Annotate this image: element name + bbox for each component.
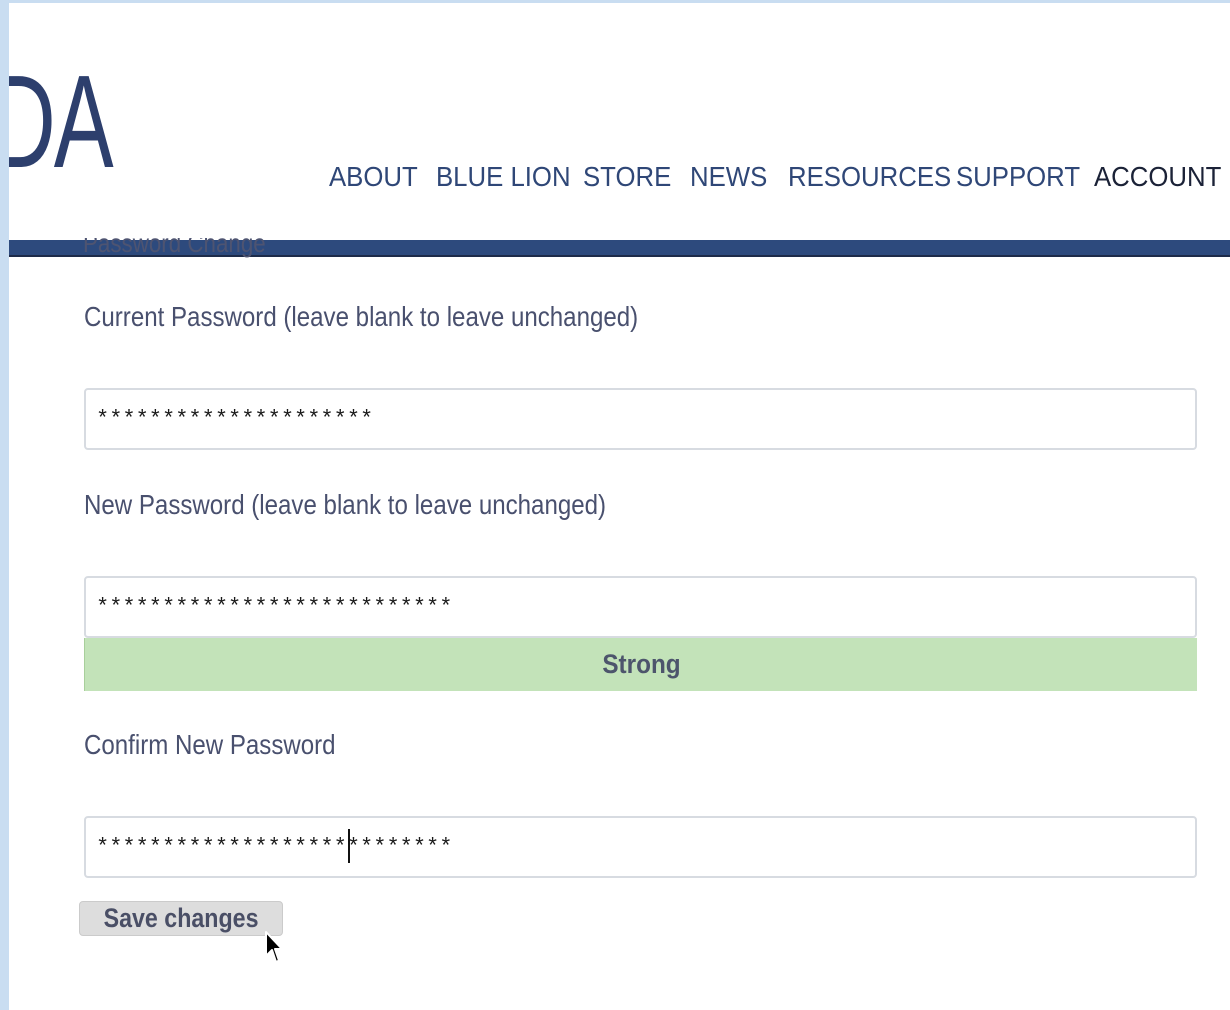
nav-store[interactable]: STORE — [583, 157, 671, 197]
nav-account[interactable]: ACCOUNT — [1094, 157, 1221, 197]
main-navigation: ABOUT BLUE LION STORE NEWS RESOURCES SUP… — [329, 157, 1221, 197]
nav-about[interactable]: ABOUT — [329, 157, 418, 197]
confirm-password-label: Confirm New Password — [84, 729, 336, 760]
current-password-label: Current Password (leave blank to leave u… — [84, 301, 639, 332]
new-password-field[interactable] — [84, 576, 1197, 638]
confirm-password-field[interactable] — [84, 816, 1197, 878]
new-password-label: New Password (leave blank to leave uncha… — [84, 489, 607, 520]
section-title-text: Password Change — [83, 238, 266, 258]
strength-label: Strong — [601, 649, 681, 679]
nav-support[interactable]: SUPPORT — [956, 157, 1080, 197]
nav-news[interactable]: NEWS — [690, 157, 767, 197]
section-title: Password Change — [83, 238, 383, 262]
current-password-field[interactable] — [84, 388, 1197, 450]
site-logo[interactable]: DAE — [9, 68, 117, 186]
mouse-pointer-icon — [265, 931, 283, 963]
nav-resources[interactable]: RESOURCES — [788, 157, 951, 197]
logo-text: DAE — [9, 68, 117, 186]
save-button-label: Save changes — [103, 903, 259, 933]
text-caret — [348, 829, 350, 863]
password-strength-meter: Strong — [84, 638, 1197, 691]
save-changes-button[interactable]: Save changes — [79, 901, 283, 936]
nav-blue-lion[interactable]: BLUE LION — [436, 157, 571, 197]
